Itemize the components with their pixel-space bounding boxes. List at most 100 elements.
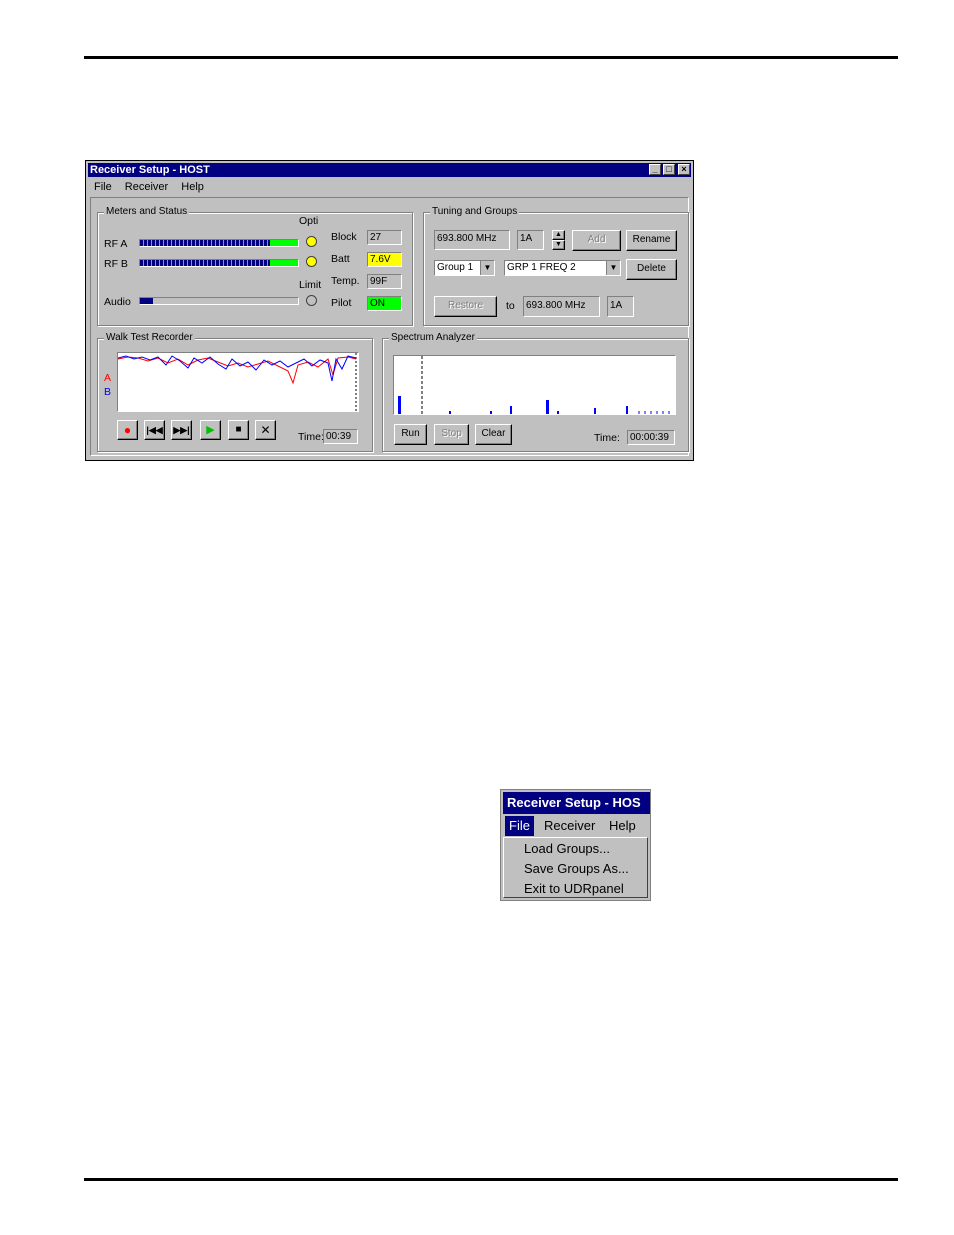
menu-help[interactable]: Help <box>609 816 636 836</box>
limit-label: Limit <box>299 279 322 291</box>
menu-item-save-groups-as[interactable]: Save Groups As... <box>524 860 629 878</box>
walk-time-value: 00:39 <box>323 429 358 444</box>
walk-time-label: Time: <box>298 431 324 443</box>
to-label: to <box>506 300 515 312</box>
spectrum-peak <box>449 411 451 414</box>
menu-help[interactable]: Help <box>181 181 204 193</box>
block-label: Block <box>331 231 357 243</box>
walk-test-plot <box>117 352 359 412</box>
trace-a <box>117 356 357 385</box>
spectrum-trace <box>398 356 670 414</box>
play-icon: ▶ <box>206 424 215 436</box>
spectrum-time-label: Time: <box>594 432 620 444</box>
fast-forward-button[interactable]: ▶▶| <box>171 420 192 440</box>
pilot-value: ON <box>367 296 402 311</box>
x-icon: ✕ <box>260 423 271 437</box>
client-area: Meters and Status Opti RF A RF B Limit A… <box>90 197 689 456</box>
restore-button[interactable]: Restore <box>434 296 497 317</box>
frequency-field[interactable]: 693.800 MHz <box>434 230 510 250</box>
walk-test-trace <box>117 353 357 411</box>
channel-up-button[interactable]: ▲ <box>552 230 565 240</box>
stop-icon: ■ <box>235 424 242 435</box>
limit-led <box>306 295 317 306</box>
spectrum-plot <box>393 355 676 415</box>
spectrum-analyzer-label: Spectrum Analyzer <box>389 332 477 344</box>
rfa-meter-fill <box>140 240 270 246</box>
spectrum-noise-floor <box>638 411 670 414</box>
chevron-down-icon[interactable]: ▼ <box>480 261 494 275</box>
channel-field[interactable]: 1A <box>517 230 544 250</box>
file-menu-bar: File Receiver Help <box>503 816 650 836</box>
minimize-icon[interactable]: _ <box>649 164 661 175</box>
spectrum-stop-button[interactable]: Stop <box>434 424 469 445</box>
close-icon[interactable]: × <box>678 164 690 175</box>
spectrum-peak <box>626 406 628 414</box>
file-menu-window: Receiver Setup - HOS File Receiver Help … <box>500 789 651 901</box>
legend-b: B <box>104 386 112 398</box>
batt-value: 7.6V <box>367 252 402 267</box>
rfa-label: RF A <box>104 238 128 250</box>
delete-button[interactable]: Delete <box>626 259 677 280</box>
menu-item-exit[interactable]: Exit to UDRpanel <box>524 880 624 898</box>
group-select-value: Group 1 <box>437 262 474 273</box>
title-bar: Receiver Setup - HOST _ □ × <box>88 163 691 177</box>
audio-meter <box>139 297 299 305</box>
block-value: 27 <box>367 230 402 245</box>
menu-bar: File Receiver Help <box>88 179 691 195</box>
rfb-label: RF B <box>104 258 128 270</box>
rfb-meter-fill <box>140 260 270 266</box>
opti-led-a <box>306 236 317 247</box>
audio-meter-fill <box>140 298 153 304</box>
spectrum-peak <box>546 400 549 414</box>
opti-label: Opti <box>299 215 319 227</box>
legend-a: A <box>104 372 112 384</box>
top-rule <box>84 56 898 59</box>
menu-receiver[interactable]: Receiver <box>544 816 595 836</box>
restore-frequency-field: 693.800 MHz <box>523 296 600 317</box>
channel-down-button[interactable]: ▼ <box>552 240 565 250</box>
run-button[interactable]: Run <box>394 424 427 445</box>
rfb-meter <box>139 259 299 267</box>
receiver-setup-window: Receiver Setup - HOST _ □ × File Receive… <box>85 160 694 461</box>
spectrum-time-value: 00:00:39 <box>627 430 675 445</box>
spectrum-clear-button[interactable]: Clear <box>475 424 512 445</box>
temp-value: 99F <box>367 274 402 289</box>
spectrum-peak <box>510 406 512 414</box>
maximize-icon[interactable]: □ <box>663 164 675 175</box>
clear-recording-button[interactable]: ✕ <box>255 420 276 440</box>
play-button[interactable]: ▶ <box>200 420 221 440</box>
menu-item-load-groups[interactable]: Load Groups... <box>524 840 610 858</box>
meters-status-group: Meters and Status <box>97 206 413 326</box>
menu-receiver[interactable]: Receiver <box>125 181 168 193</box>
walk-test-label: Walk Test Recorder <box>104 332 195 344</box>
record-button[interactable]: ● <box>117 420 138 440</box>
pilot-label: Pilot <box>331 297 352 309</box>
stop-button[interactable]: ■ <box>228 420 249 440</box>
rfa-meter <box>139 239 299 247</box>
chevron-down-icon[interactable]: ▼ <box>606 261 620 275</box>
file-menu-window-title: Receiver Setup - HOS <box>503 792 650 814</box>
file-dropdown: Load Groups... Save Groups As... Exit to… <box>503 837 648 898</box>
spectrum-peak <box>398 396 401 414</box>
batt-label: Batt <box>331 253 350 265</box>
bottom-rule <box>84 1178 898 1181</box>
skip-back-icon: |◀◀ <box>146 425 163 435</box>
group-select[interactable]: Group 1 ▼ <box>434 260 495 276</box>
meters-status-label: Meters and Status <box>104 206 190 218</box>
window-title: Receiver Setup - HOST <box>90 164 210 176</box>
temp-label: Temp. <box>331 275 360 287</box>
rewind-button[interactable]: |◀◀ <box>144 420 165 440</box>
audio-label: Audio <box>104 296 131 308</box>
add-button[interactable]: Add <box>572 230 621 251</box>
skip-forward-icon: ▶▶| <box>173 425 190 435</box>
rename-button[interactable]: Rename <box>626 230 677 251</box>
menu-file-active[interactable]: File <box>505 816 534 836</box>
frequency-select[interactable]: GRP 1 FREQ 2 ▼ <box>504 260 621 276</box>
spectrum-peak <box>490 411 492 414</box>
restore-channel-field: 1A <box>607 296 634 317</box>
opti-led-b <box>306 256 317 267</box>
tuning-groups-label: Tuning and Groups <box>430 206 520 218</box>
record-icon: ● <box>123 423 132 437</box>
menu-file[interactable]: File <box>94 181 112 193</box>
spectrum-peak <box>594 408 596 414</box>
